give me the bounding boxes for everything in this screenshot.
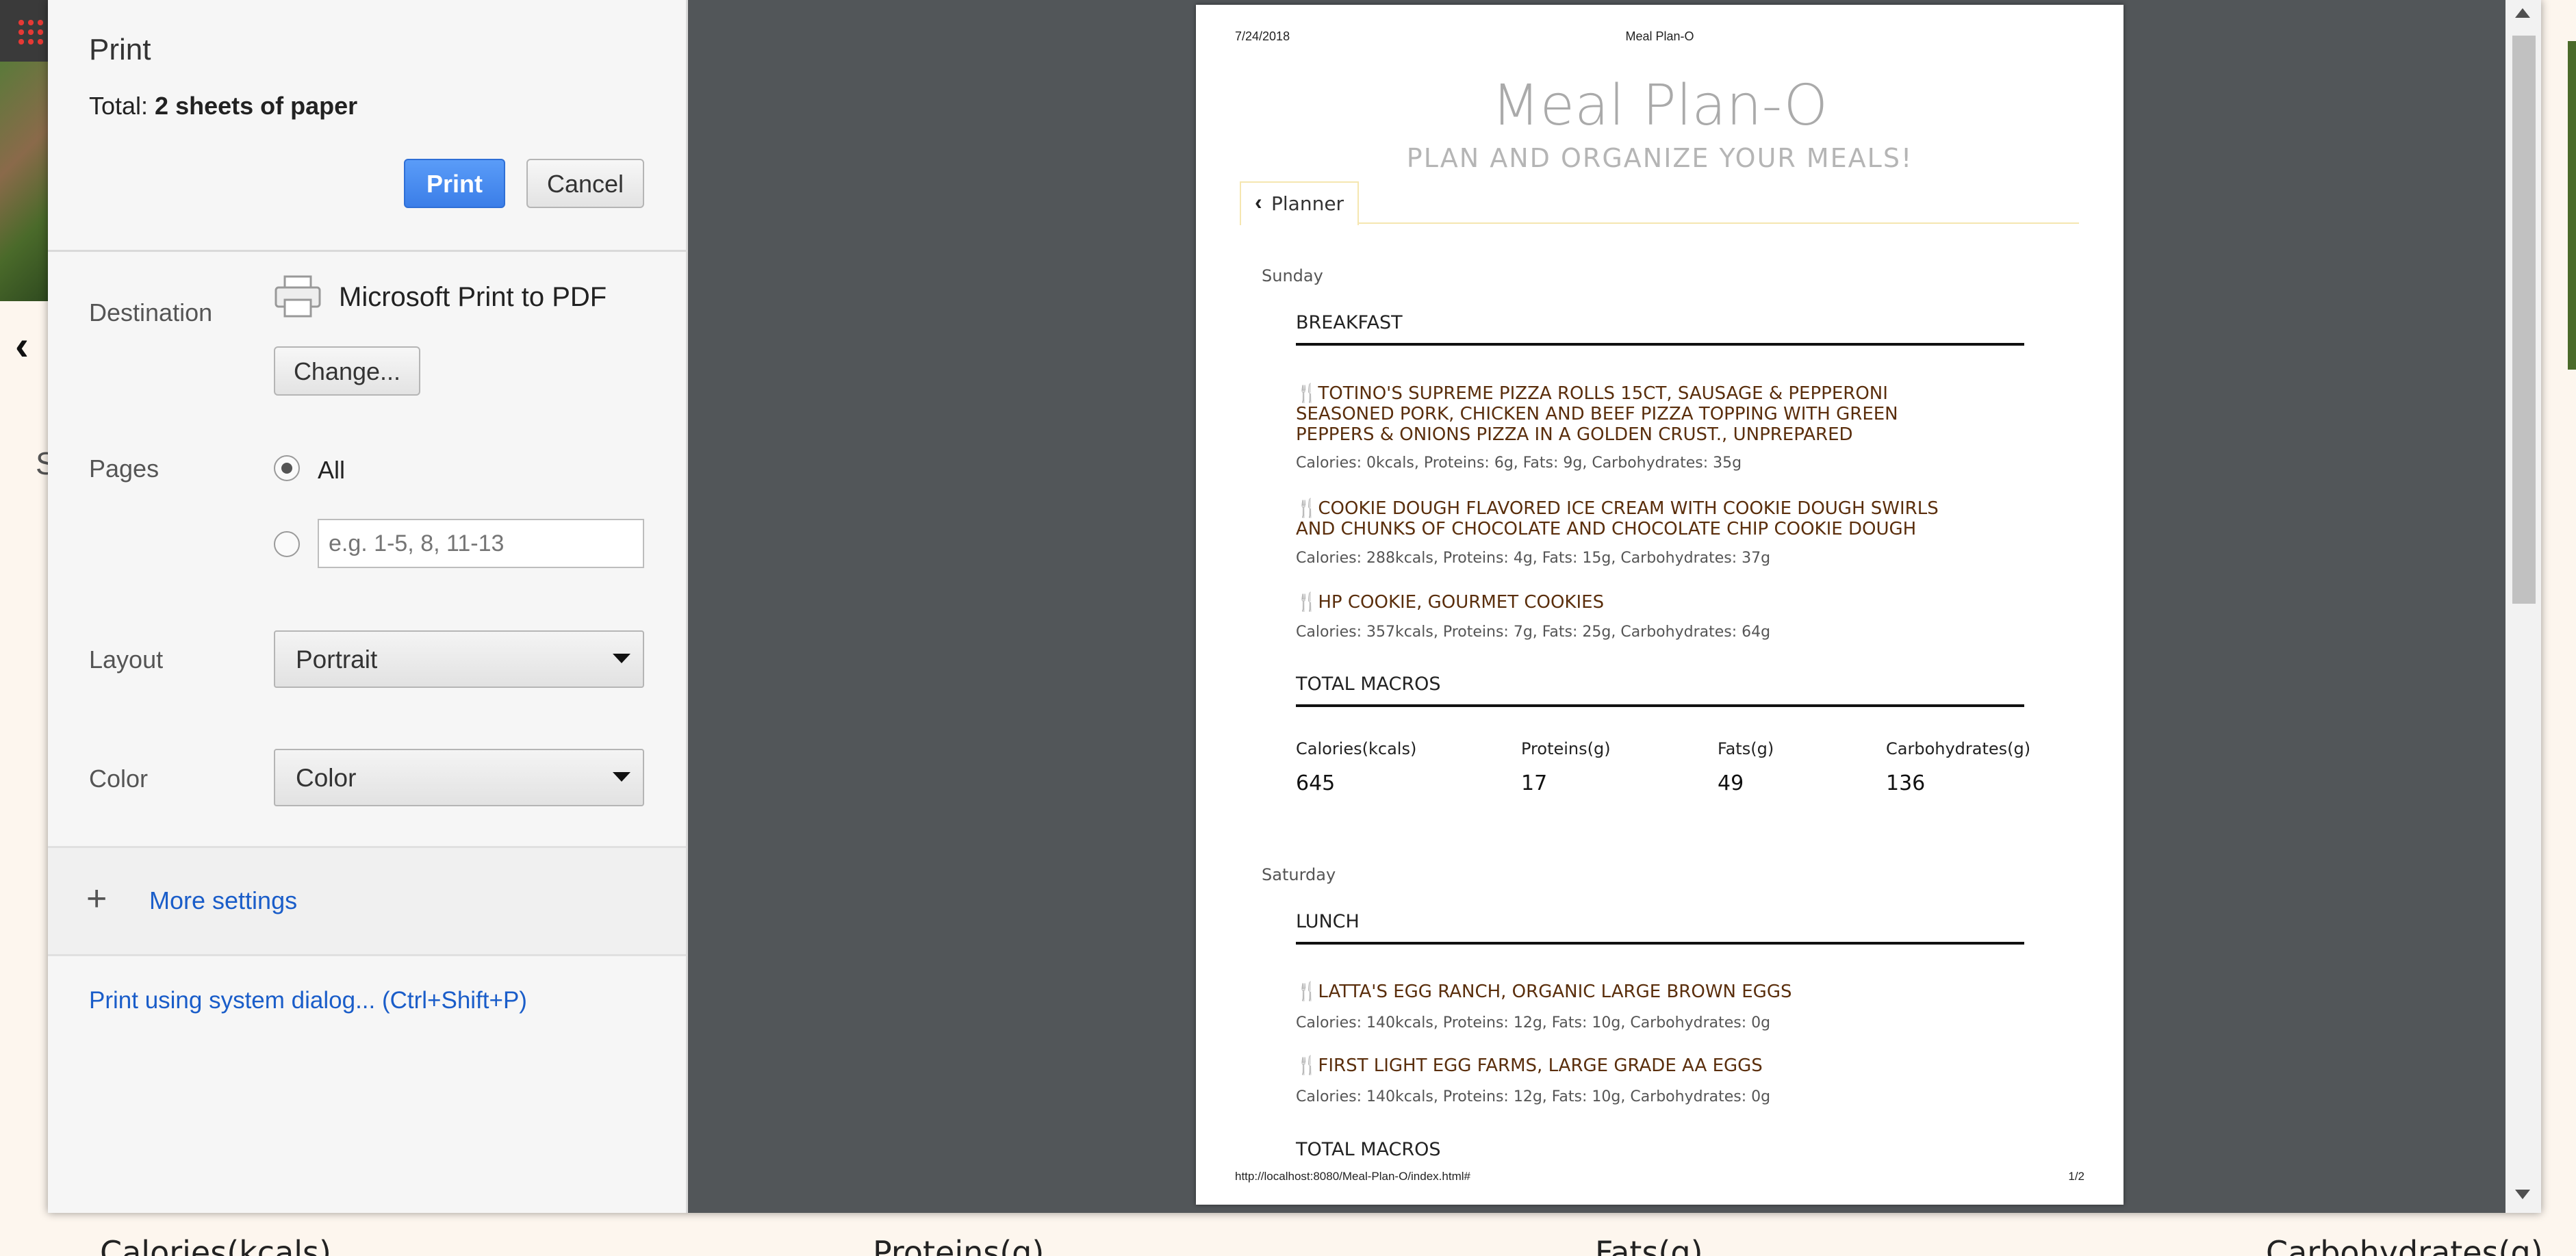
food-item: 🍴FIRST LIGHT EGG FARMS, LARGE GRADE AA E… (1296, 1055, 1980, 1076)
layout-value: Portrait (296, 645, 378, 674)
meal-heading: LUNCH (1296, 911, 2024, 945)
background-columns: Calories(kcals) Proteins(g) Fats(g) Carb… (0, 1229, 2576, 1256)
layout-select[interactable]: Portrait (274, 630, 644, 688)
print-dialog: Print Total: 2 sheets of paper Print Can… (48, 0, 2541, 1213)
color-value: Color (296, 764, 357, 792)
background-photo (0, 62, 48, 301)
total-prefix: Total: (89, 92, 155, 120)
food-name: LATTA'S EGG RANCH, ORGANIC LARGE BROWN E… (1318, 982, 1792, 1002)
dialog-title: Print (89, 33, 151, 66)
pages-range-radio[interactable] (274, 531, 300, 557)
food-item: 🍴HP COOKIE, GOURMET COOKIES (1296, 592, 1980, 613)
scroll-down-arrow-icon[interactable] (2515, 1190, 2530, 1199)
day-heading: Saturday (1262, 865, 1336, 884)
print-button[interactable]: Print (404, 159, 505, 208)
app-subtitle: PLAN AND ORGANIZE YOUR MEALS! (1406, 143, 1913, 173)
app-title: Meal Plan-O (1491, 73, 1828, 138)
utensils-icon: 🍴 (1296, 1055, 1318, 1076)
total-value: 2 sheets of paper (155, 92, 358, 120)
color-select[interactable]: Color (274, 749, 644, 806)
total-value: 17 (1521, 771, 1548, 795)
utensils-icon: 🍴 (1296, 592, 1318, 613)
background-col-fats: Fats(g) (1595, 1234, 1703, 1256)
food-macros: Calories: 357kcals, Proteins: 7g, Fats: … (1296, 624, 1771, 641)
destination-printer-name: Microsoft Print to PDF (339, 282, 607, 312)
utensils-icon: 🍴 (1296, 982, 1318, 1002)
destination-label: Destination (89, 298, 213, 326)
total-label: Fats(g) (1718, 739, 1774, 758)
sheet-total: Total: 2 sheets of paper (89, 92, 357, 120)
food-name: HP COOKIE, GOURMET COOKIES (1318, 592, 1605, 613)
preview-scrollbar[interactable] (2505, 0, 2541, 1213)
total-value: 49 (1718, 771, 1744, 795)
tab-planner: ‹ Planner (1240, 181, 1359, 225)
cancel-button[interactable]: Cancel (526, 159, 644, 208)
print-header: Print Total: 2 sheets of paper Print Can… (48, 0, 686, 252)
layout-label: Layout (89, 645, 164, 674)
food-name: COOKIE DOUGH FLAVORED ICE CREAM WITH COO… (1296, 498, 1939, 539)
page-footer-url: http://localhost:8080/Meal-Plan-O/index.… (1235, 1170, 1470, 1183)
utensils-icon: 🍴 (1296, 383, 1318, 404)
day-heading: Sunday (1262, 266, 1323, 285)
dropdown-arrow-icon (613, 654, 630, 663)
background-back-icon: ‹ (15, 322, 29, 368)
chevron-left-icon: ‹ (1255, 190, 1262, 214)
more-settings-section[interactable]: + More settings (48, 846, 686, 956)
scroll-up-arrow-icon[interactable] (2515, 8, 2530, 18)
food-item: 🍴LATTA'S EGG RANCH, ORGANIC LARGE BROWN … (1296, 982, 1980, 1002)
scroll-thumb[interactable] (2512, 36, 2536, 604)
change-destination-button[interactable]: Change... (274, 346, 420, 396)
pages-range-input[interactable] (318, 519, 644, 568)
utensils-icon: 🍴 (1296, 498, 1318, 519)
printer-icon (275, 275, 321, 318)
food-item: 🍴TOTINO'S SUPREME PIZZA ROLLS 15CT, SAUS… (1296, 383, 1980, 445)
food-macros: Calories: 0kcals, Proteins: 6g, Fats: 9g… (1296, 454, 1742, 472)
color-label: Color (89, 765, 149, 793)
food-name: TOTINO'S SUPREME PIZZA ROLLS 15CT, SAUSA… (1296, 383, 1898, 445)
apps-icon (16, 18, 44, 45)
page-footer-number: 1/2 (2068, 1170, 2084, 1183)
background-col-proteins: Proteins(g) (873, 1234, 1045, 1256)
food-macros: Calories: 288kcals, Proteins: 4g, Fats: … (1296, 550, 1771, 567)
tab-planner-label: Planner (1271, 192, 1344, 215)
print-settings-sidebar: Print Total: 2 sheets of paper Print Can… (48, 0, 688, 1213)
total-label: Proteins(g) (1521, 739, 1611, 758)
totals-heading: TOTAL MACROS (1296, 674, 2024, 707)
preview-page: 7/24/2018 Meal Plan-O Meal Plan-O PLAN A… (1196, 5, 2124, 1205)
total-value: 136 (1886, 771, 1926, 795)
food-item: 🍴COOKIE DOUGH FLAVORED ICE CREAM WITH CO… (1296, 498, 1980, 539)
meal-heading: BREAKFAST (1296, 312, 2024, 346)
dropdown-arrow-icon (613, 772, 630, 782)
food-macros: Calories: 140kcals, Proteins: 12g, Fats:… (1296, 1088, 1771, 1105)
background-col-carbs: Carbohydrates(g) (2266, 1234, 2543, 1256)
page-header-title: Meal Plan-O (1625, 29, 1694, 43)
total-label: Carbohydrates(g) (1886, 739, 2031, 758)
background-col-calories: Calories(kcals) (100, 1234, 331, 1256)
pages-all-radio[interactable] (274, 455, 300, 481)
more-settings-link[interactable]: More settings (149, 886, 297, 915)
pages-all-label: All (318, 456, 346, 484)
pages-label: Pages (89, 454, 160, 483)
total-value: 645 (1296, 771, 1336, 795)
background-photo-right (2568, 41, 2576, 370)
food-macros: Calories: 140kcals, Proteins: 12g, Fats:… (1296, 1014, 1771, 1031)
total-label: Calories(kcals) (1296, 739, 1417, 758)
system-dialog-link[interactable]: Print using system dialog... (Ctrl+Shift… (89, 987, 527, 1014)
totals-heading: TOTAL MACROS (1296, 1139, 1441, 1160)
food-name: FIRST LIGHT EGG FARMS, LARGE GRADE AA EG… (1318, 1055, 1763, 1076)
tab-divider (1357, 222, 2079, 224)
plus-icon: + (86, 879, 107, 919)
